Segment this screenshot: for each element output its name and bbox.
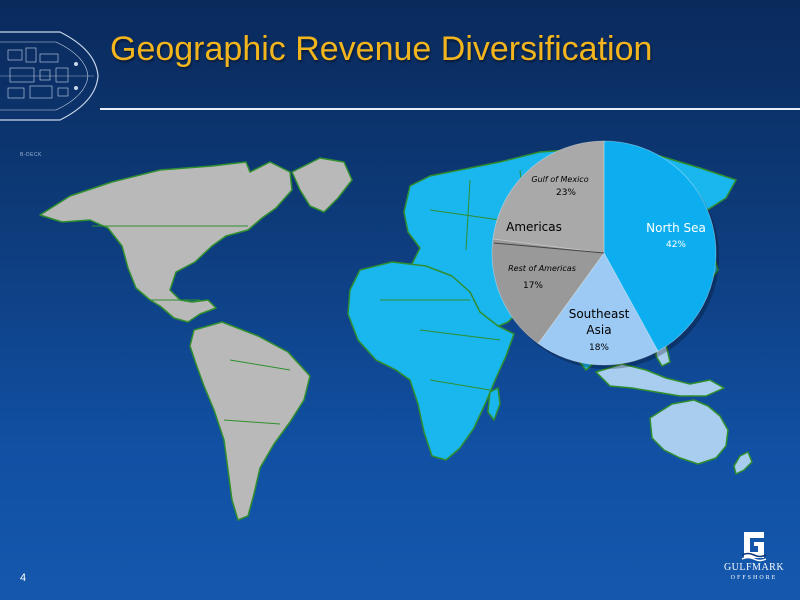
- southeast-asia-islands: [595, 363, 725, 397]
- new-zealand-region: [733, 451, 753, 475]
- australia-region: [649, 399, 729, 465]
- pie-label-southeast-asia: Southeast: [569, 307, 630, 321]
- world-map: North Sea 42% Southeast Asia 18% Rest of Amer…: [39, 140, 753, 521]
- page-number: 4: [20, 572, 27, 584]
- pie-value-rest-of-americas: 17%: [523, 281, 543, 291]
- pie-value-gulf-of-mexico: 23%: [556, 188, 576, 198]
- gulfmark-logo: GULFMARK OFFSHORE: [718, 528, 790, 590]
- g-logo-icon: [741, 532, 767, 562]
- logo-subtitle: OFFSHORE: [730, 575, 778, 581]
- greenland-region: [291, 157, 353, 213]
- pie-value-north-sea: 42%: [666, 240, 686, 250]
- pie-label-north-sea: North Sea: [646, 221, 706, 235]
- pie-label-gulf-of-mexico: Gulf of Mexico: [531, 175, 588, 184]
- revenue-pie-chart: North Sea 42% Southeast Asia 18% Rest of Amer…: [491, 140, 719, 369]
- slide: B-DECK Geographic Revenue Diversificatio…: [0, 0, 800, 600]
- pie-value-southeast-asia: 18%: [589, 343, 609, 353]
- pie-label-southeast-asia: Asia: [586, 323, 611, 337]
- pie-slice-gulf-of-mexico: [492, 140, 605, 254]
- north-america-region: [39, 161, 293, 323]
- pie-group-label-americas: Americas: [506, 220, 562, 234]
- pie-label-rest-of-americas: Rest of Americas: [508, 264, 576, 273]
- logo-name: GULFMARK: [723, 562, 785, 573]
- south-america-region: [189, 321, 311, 521]
- madagascar-region: [487, 387, 501, 421]
